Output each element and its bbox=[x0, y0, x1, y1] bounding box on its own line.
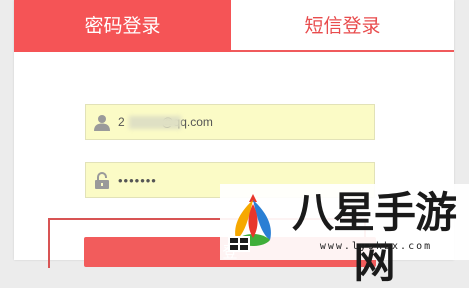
watermark-url: www.lyshbx.com bbox=[319, 241, 433, 252]
redaction-blur bbox=[129, 116, 181, 129]
tab-password-login[interactable]: 密码登录 bbox=[14, 0, 231, 52]
user-icon bbox=[94, 115, 110, 131]
tab-sms-login[interactable]: 短信登录 bbox=[231, 0, 454, 52]
login-tabs: 密码登录 短信登录 bbox=[14, 0, 454, 52]
watermark-title: 八星手游网 bbox=[291, 188, 457, 287]
site-watermark: 八星手游网 www.lyshbx.com bbox=[220, 184, 469, 287]
username-field[interactable] bbox=[85, 104, 375, 140]
lock-icon bbox=[95, 172, 109, 189]
site-logo-icon bbox=[228, 194, 271, 252]
